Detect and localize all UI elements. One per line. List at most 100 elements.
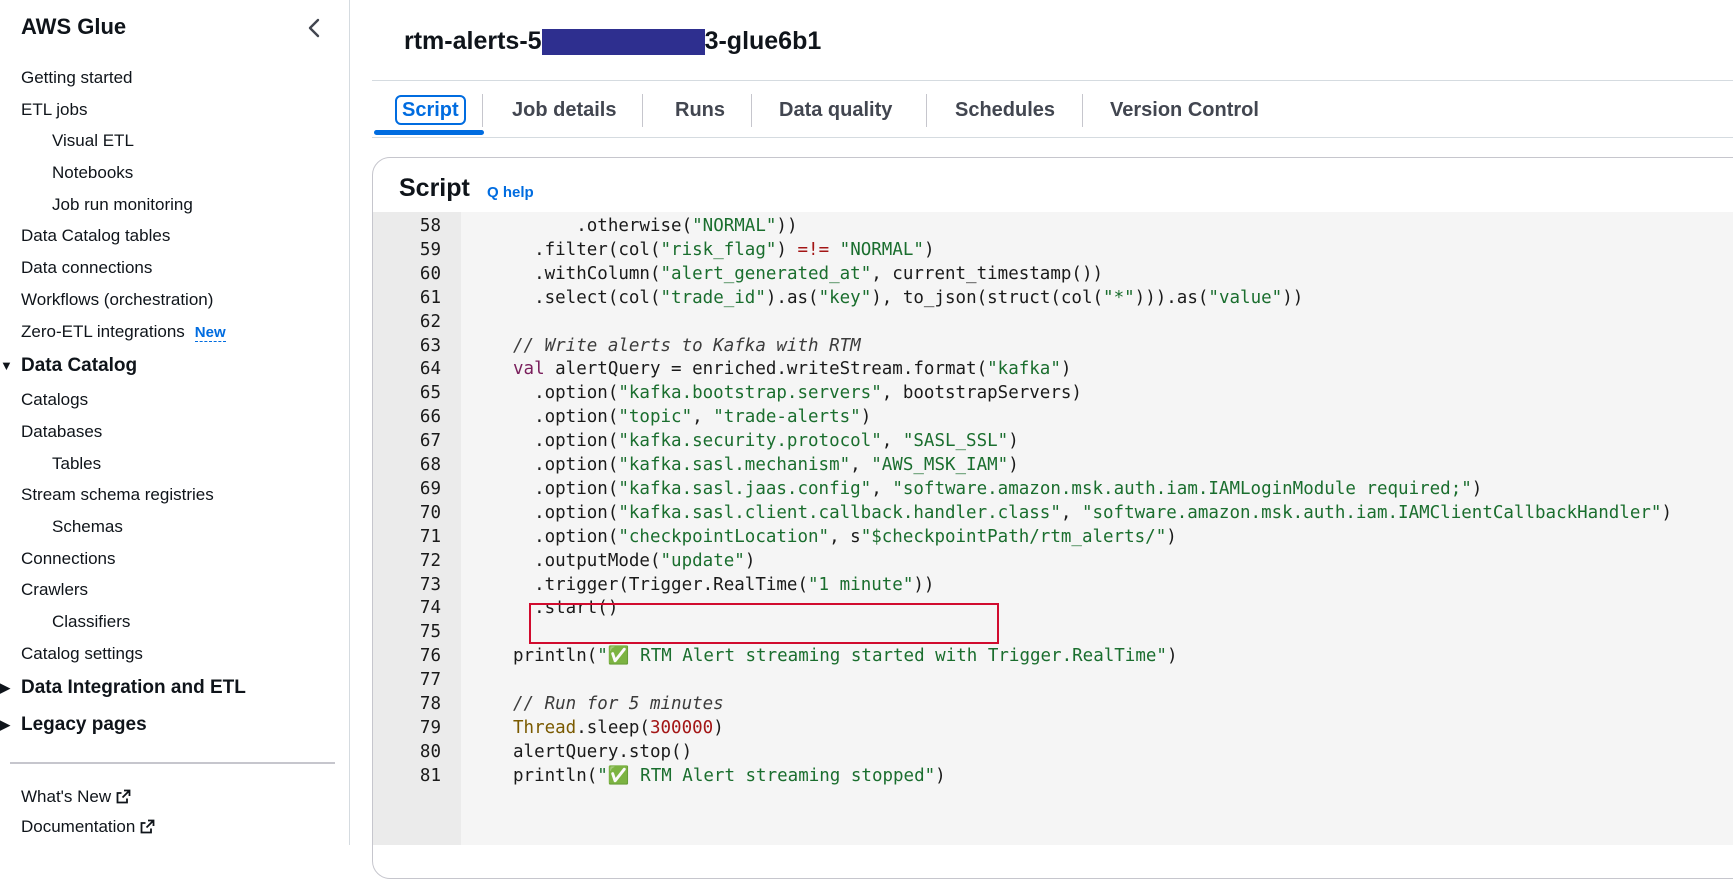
tab-job-details[interactable]: Job details: [512, 90, 616, 130]
code-text: val alertQuery = enriched.writeStream.fo…: [513, 356, 1071, 382]
code-token: .option(: [513, 526, 619, 547]
sidebar-item-tables[interactable]: Tables: [0, 448, 349, 480]
sidebar-item-label: Workflows (orchestration): [21, 289, 214, 309]
code-text: Thread.sleep(300000): [513, 715, 724, 741]
code-text: .filter(col("risk_flag") =!= "NORMAL"): [513, 237, 934, 263]
code-token: val: [513, 359, 545, 380]
line-number: 79: [419, 717, 441, 738]
code-token: .sleep(: [576, 717, 650, 738]
tab-separator: [1082, 94, 1083, 127]
code-text: println("✅ RTM Alert streaming stopped"): [513, 763, 946, 789]
code-token: "kafka.bootstrap.servers": [618, 383, 882, 404]
tab-separator: [751, 94, 752, 127]
code-line: 58 .otherwise("NORMAL")): [373, 213, 1733, 239]
sidebar-section-data-catalog[interactable]: ▼ Data Catalog: [0, 347, 349, 384]
code-token: ,: [881, 431, 903, 452]
tab-script[interactable]: Script: [395, 90, 466, 130]
code-line: 63 // Write alerts to Kafka with RTM: [373, 333, 1733, 359]
code-line: 69 .option("kafka.sasl.jaas.config", "so…: [373, 476, 1733, 502]
sidebar-item-schemas[interactable]: Schemas: [0, 511, 349, 543]
code-token: ,: [1060, 502, 1082, 523]
sidebar-item-getting-started[interactable]: Getting started: [0, 62, 349, 94]
sidebar-item-classifiers[interactable]: Classifiers: [0, 606, 349, 638]
caret-right-icon: ▶: [0, 680, 10, 696]
sidebar-item-label: Classifiers: [52, 612, 131, 631]
code-token: ): [1166, 526, 1177, 547]
sidebar-item-databases[interactable]: Databases: [0, 416, 349, 448]
sidebar-item-label: ETL jobs: [21, 99, 88, 119]
code-text: .option("kafka.sasl.jaas.config", "softw…: [513, 476, 1482, 502]
tab-schedules[interactable]: Schedules: [955, 90, 1055, 130]
code-editor[interactable]: 58 .otherwise("NORMAL")) 59 .filter(col("…: [373, 212, 1733, 845]
header-divider: [372, 80, 1733, 81]
sidebar-item-label: Job run monitoring: [52, 194, 193, 214]
code-token: "AWS_MSK_IAM": [871, 455, 1009, 475]
sidebar-item-data-connections[interactable]: Data connections: [0, 252, 349, 284]
code-token: "1 minute": [808, 574, 914, 595]
code-token: , s: [829, 526, 861, 547]
code-token: , bootstrapServers): [881, 383, 1082, 404]
chevron-left-icon: [308, 18, 320, 38]
code-token: ))).as(: [1134, 287, 1209, 308]
code-token: "key": [818, 287, 872, 308]
line-number: 67: [419, 431, 441, 452]
documentation-link[interactable]: Documentation: [21, 812, 155, 842]
code-text: .withColumn("alert_generated_at", curren…: [513, 261, 1103, 287]
tab-separator: [926, 94, 927, 127]
code-token: .option(: [513, 455, 619, 475]
sidebar-item-workflows-orchestration[interactable]: Workflows (orchestration): [0, 284, 349, 316]
sidebar-item-data-catalog-tables[interactable]: Data Catalog tables: [0, 220, 349, 252]
sidebar-item-connections[interactable]: Connections: [0, 543, 349, 575]
line-number: 74: [419, 598, 441, 619]
code-line: 78 // Run for 5 minutes: [373, 691, 1733, 717]
collapse-sidebar-button[interactable]: [300, 14, 328, 42]
code-token: ): [713, 717, 724, 738]
sidebar-item-stream-schema-registries[interactable]: Stream schema registries: [0, 479, 349, 511]
code-text: .outputMode("update"): [513, 548, 755, 574]
script-panel-title: Script: [399, 174, 470, 202]
line-number: 68: [419, 455, 441, 475]
sidebar-item-crawlers[interactable]: Crawlers: [0, 574, 349, 606]
caret-right-icon: ▶: [0, 717, 10, 733]
code-token: ): [1008, 431, 1019, 452]
tab-data-quality[interactable]: Data quality: [779, 90, 892, 130]
q-help-link[interactable]: Q help: [487, 184, 534, 201]
code-token: ): [776, 239, 798, 260]
code-line: 61 .select(col("trade_id").as("key"), to…: [373, 285, 1733, 311]
code-line: 72 .outputMode("update"): [373, 548, 1733, 574]
code-token: "kafka": [987, 359, 1061, 380]
code-token: "risk_flag": [660, 239, 777, 260]
code-text: .option("kafka.sasl.client.callback.hand…: [513, 500, 1672, 526]
code-token: "*": [1103, 287, 1135, 308]
sidebar-item-catalog-settings[interactable]: Catalog settings: [0, 638, 349, 670]
code-line: 67 .option("kafka.security.protocol", "S…: [373, 428, 1733, 454]
sidebar-nav-list: Getting started ETL jobs Visual ETL Noteboo…: [0, 62, 349, 743]
whats-new-link[interactable]: What's New: [21, 782, 155, 812]
code-token: ): [860, 407, 872, 428]
line-number: 71: [419, 526, 441, 547]
code-token: .option(: [513, 478, 619, 499]
code-text: alertQuery.stop(): [513, 739, 692, 765]
sidebar-section-legacy-pages[interactable]: ▶ Legacy pages: [0, 706, 349, 743]
sidebar-item-job-run-monitoring[interactable]: Job run monitoring: [0, 189, 349, 221]
tab-version-control[interactable]: Version Control: [1110, 90, 1259, 130]
highlight-annotation-box: [529, 603, 999, 644]
tab-runs[interactable]: Runs: [675, 90, 725, 130]
code-text: .trigger(Trigger.RealTime("1 minute")): [513, 572, 934, 598]
code-line: 77: [373, 667, 1733, 693]
sidebar-item-notebooks[interactable]: Notebooks: [0, 157, 349, 189]
code-token: ,: [850, 455, 872, 475]
sidebar-item-label: Databases: [21, 421, 103, 441]
code-line: 59 .filter(col("risk_flag") =!= "NORMAL"…: [373, 237, 1733, 263]
sidebar-item-label: Data connections: [21, 258, 153, 278]
code-token: "NORMAL": [692, 216, 777, 236]
sidebar-section-data-integration-and-etl[interactable]: ▶ Data Integration and ETL: [0, 669, 349, 706]
code-line: 80 alertQuery.stop(): [373, 739, 1733, 765]
sidebar-item-visual-etl[interactable]: Visual ETL: [0, 125, 349, 157]
code-token: println(: [513, 765, 598, 786]
code-token: ): [935, 765, 946, 786]
sidebar-item-catalogs[interactable]: Catalogs: [0, 384, 349, 416]
sidebar-item-etl-jobs[interactable]: ETL jobs: [0, 94, 349, 126]
sidebar-item-zero-etl-integrations[interactable]: Zero-ETL integrations New: [0, 316, 349, 348]
